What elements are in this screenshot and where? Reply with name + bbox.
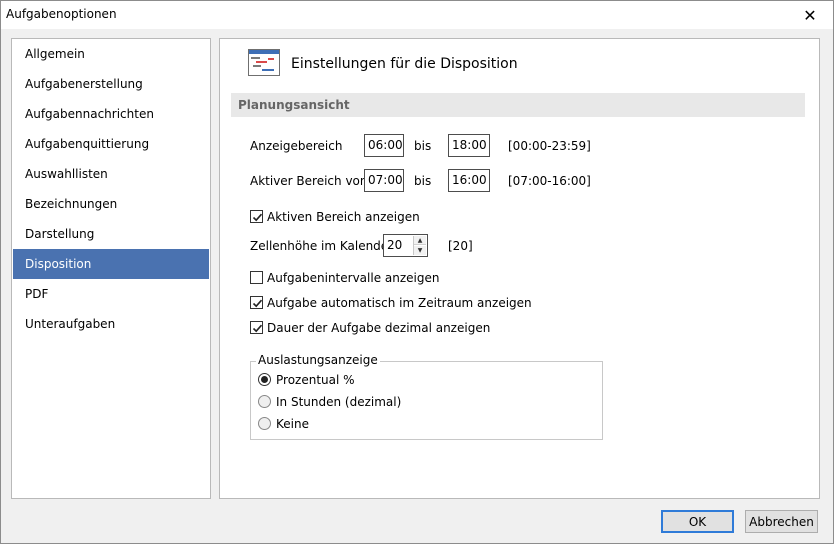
radio-stunden[interactable]: [258, 395, 271, 408]
zellenhoehe-hint: [20]: [448, 239, 473, 253]
aktiver-bereich-from-input[interactable]: 07:00: [364, 169, 404, 192]
auto-zeitraum-checkbox[interactable]: [250, 296, 263, 309]
anzeigebereich-bis-label: bis: [414, 139, 432, 153]
dauer-dezimal-label: Dauer der Aufgabe dezimal anzeigen: [267, 321, 491, 335]
category-list: Allgemein Aufgabenerstellung Aufgabennac…: [11, 38, 211, 499]
nav-item-bezeichnungen[interactable]: Bezeichnungen: [13, 189, 209, 219]
nav-item-darstellung[interactable]: Darstellung: [13, 219, 209, 249]
aktiver-bereich-bis-label: bis: [414, 174, 432, 188]
title-bar: Aufgabenoptionen ✕: [1, 1, 833, 29]
anzeigebereich-hint: [00:00-23:59]: [508, 139, 591, 153]
dialog-window: Aufgabenoptionen ✕ Allgemein Aufgabeners…: [0, 0, 834, 544]
show-active-range-label: Aktiven Bereich anzeigen: [267, 210, 420, 224]
close-icon[interactable]: ✕: [787, 1, 833, 29]
zellenhoehe-value: 20: [387, 238, 403, 252]
radio-prozentual-label: Prozentual %: [276, 373, 355, 387]
show-active-range-checkbox[interactable]: [250, 210, 263, 223]
aufgabenintervalle-checkbox[interactable]: [250, 271, 263, 284]
ok-button[interactable]: OK: [661, 510, 734, 533]
radio-prozentual[interactable]: [258, 373, 271, 386]
checkmark-icon: [252, 213, 263, 222]
stepper-down-icon[interactable]: ▼: [414, 246, 426, 255]
anzeigebereich-label: Anzeigebereich: [250, 139, 343, 153]
aktiver-bereich-hint: [07:00-16:00]: [508, 174, 591, 188]
nav-item-unteraufgaben[interactable]: Unteraufgaben: [13, 309, 209, 339]
nav-item-aufgabenerstellung[interactable]: Aufgabenerstellung: [13, 69, 209, 99]
nav-item-auswahllisten[interactable]: Auswahllisten: [13, 159, 209, 189]
settings-panel: Einstellungen für die Disposition Planun…: [219, 38, 820, 499]
auto-zeitraum-label: Aufgabe automatisch im Zeitraum anzeigen: [267, 296, 532, 310]
radio-selected-dot: [261, 376, 268, 383]
radio-stunden-label: In Stunden (dezimal): [276, 395, 402, 409]
cancel-button[interactable]: Abbrechen: [745, 510, 818, 533]
gantt-chart-icon: [248, 49, 280, 77]
nav-item-aufgabennachrichten[interactable]: Aufgabennachrichten: [13, 99, 209, 129]
aktiver-bereich-label: Aktiver Bereich von: [250, 174, 368, 188]
aktiver-bereich-to-input[interactable]: 16:00: [448, 169, 490, 192]
aufgabenintervalle-label: Aufgabenintervalle anzeigen: [267, 271, 440, 285]
dauer-dezimal-checkbox[interactable]: [250, 321, 263, 334]
stepper-buttons: ▲ ▼: [413, 236, 426, 255]
zellenhoehe-label: Zellenhöhe im Kalender: [250, 239, 394, 253]
panel-title: Einstellungen für die Disposition: [291, 56, 518, 72]
nav-item-aufgabenquittierung[interactable]: Aufgabenquittierung: [13, 129, 209, 159]
checkmark-icon: [252, 324, 263, 333]
radio-keine[interactable]: [258, 417, 271, 430]
anzeigebereich-to-input[interactable]: 18:00: [448, 134, 490, 157]
nav-item-pdf[interactable]: PDF: [13, 279, 209, 309]
zellenhoehe-stepper[interactable]: 20 ▲ ▼: [383, 234, 428, 257]
nav-item-allgemein[interactable]: Allgemein: [13, 39, 209, 69]
window-title: Aufgabenoptionen: [6, 7, 117, 21]
radio-keine-label: Keine: [276, 417, 309, 431]
checkmark-icon: [252, 299, 263, 308]
stepper-up-icon[interactable]: ▲: [414, 236, 426, 245]
auslastungsanzeige-title: Auslastungsanzeige: [256, 353, 380, 367]
anzeigebereich-from-input[interactable]: 06:00: [364, 134, 404, 157]
section-header-planungsansicht: Planungsansicht: [231, 93, 805, 117]
nav-item-disposition[interactable]: Disposition: [13, 249, 209, 279]
